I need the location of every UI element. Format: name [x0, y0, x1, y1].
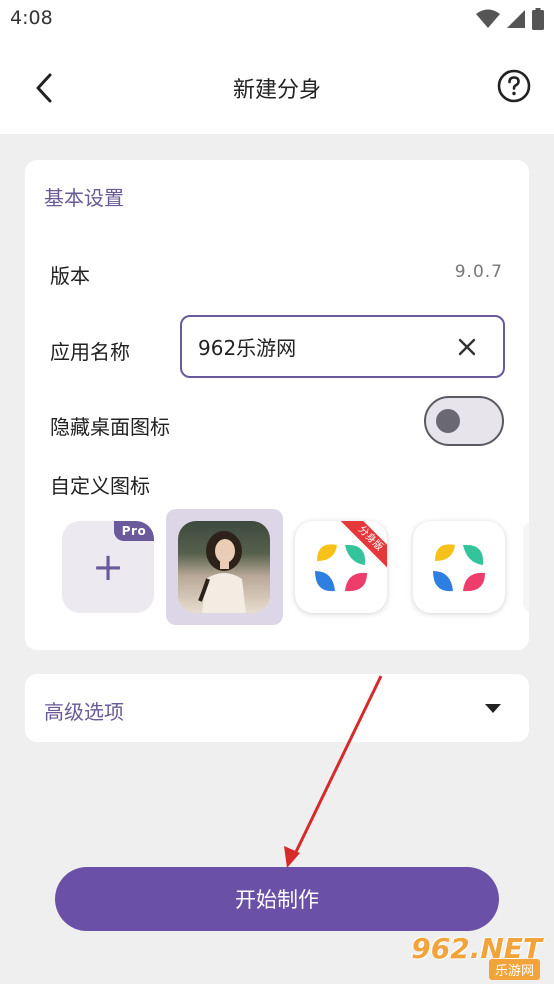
custom-icon-label: 自定义图标	[50, 474, 150, 498]
watermark-sub: 乐游网	[488, 959, 540, 980]
plus-icon: +	[92, 545, 124, 589]
hide-icon-label: 隐藏桌面图标	[50, 415, 170, 439]
app-name-label: 应用名称	[50, 340, 130, 364]
section-title-basic: 基本设置	[44, 186, 124, 210]
battery-icon	[532, 8, 544, 30]
clear-icon[interactable]	[455, 335, 479, 359]
app-name-value[interactable]: 962乐游网	[198, 332, 296, 361]
hide-icon-toggle[interactable]	[424, 396, 504, 446]
add-custom-icon-button[interactable]: + Pro	[62, 521, 154, 613]
cellular-signal-icon	[507, 10, 525, 28]
app-bar: 新建分身	[0, 38, 554, 134]
icon-option-partial[interactable]	[523, 521, 529, 613]
wifi-icon	[476, 9, 500, 28]
page-title: 新建分身	[232, 78, 321, 103]
start-create-button[interactable]: 开始制作	[55, 867, 499, 931]
status-bar: 4:08	[0, 0, 554, 38]
icon-option-app-original[interactable]	[413, 521, 505, 613]
status-icons	[476, 8, 544, 30]
icon-option-photo[interactable]	[178, 521, 270, 613]
advanced-options-card[interactable]: 高级选项	[25, 674, 529, 742]
question-circle-icon[interactable]	[496, 68, 532, 104]
dropdown-arrow-icon	[485, 704, 501, 713]
version-label: 版本	[50, 264, 90, 288]
advanced-options-title: 高级选项	[44, 700, 124, 724]
app-name-input[interactable]: 962乐游网	[180, 315, 505, 378]
basic-settings-card: 基本设置 版本 9.0.7 应用名称 962乐游网 隐藏桌面图标 自定义图标 +…	[25, 160, 529, 650]
version-value: 9.0.7	[454, 262, 503, 282]
icon-option-app-clone[interactable]: 分身版	[295, 521, 387, 613]
icon-picker: + Pro 分身版	[25, 505, 529, 630]
portrait-photo-icon	[198, 531, 246, 613]
pro-badge: Pro	[114, 521, 154, 541]
toggle-knob	[436, 409, 460, 433]
status-time: 4:08	[10, 7, 53, 29]
app-logo-icon	[433, 544, 485, 592]
watermark-logo: 962.NET 乐游网	[411, 932, 548, 980]
